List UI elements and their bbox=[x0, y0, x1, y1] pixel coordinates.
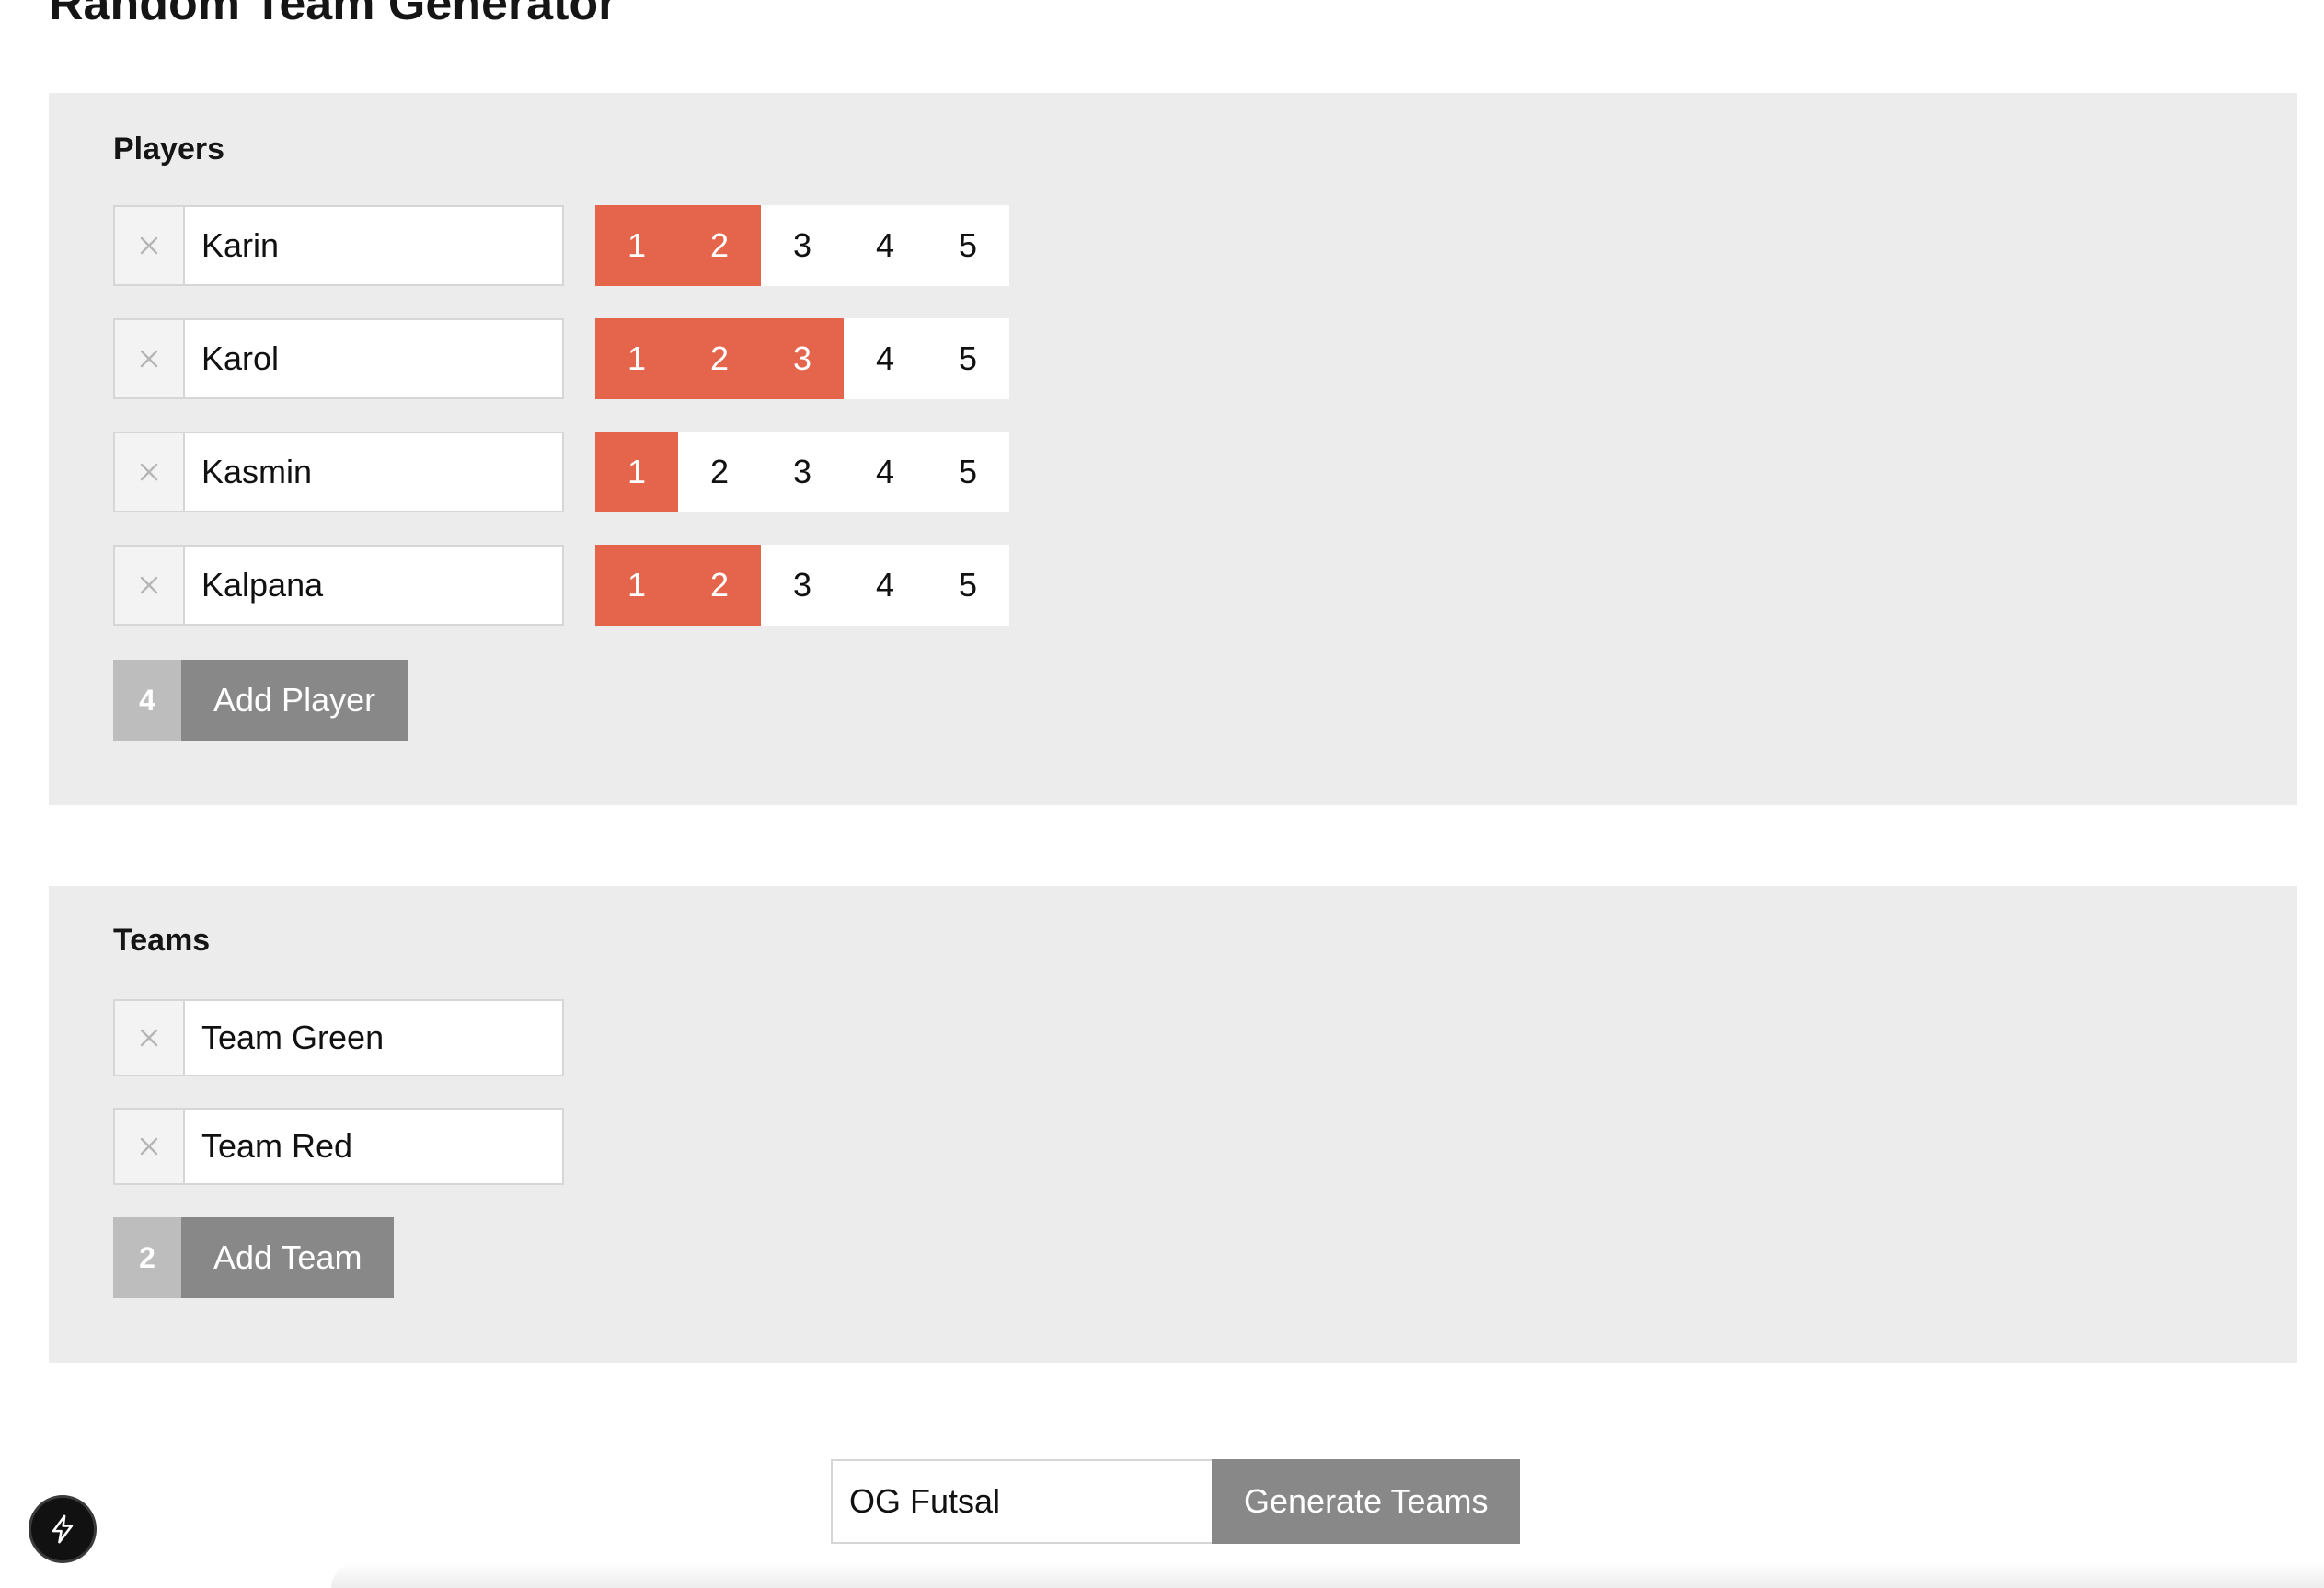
player-name-input[interactable] bbox=[183, 205, 564, 286]
rating-option-4[interactable]: 4 bbox=[844, 432, 926, 512]
rating-option-1[interactable]: 1 bbox=[595, 318, 678, 399]
remove-player-button[interactable] bbox=[113, 545, 183, 626]
rating-option-5[interactable]: 5 bbox=[926, 545, 1009, 626]
add-player-label: Add Player bbox=[181, 660, 408, 741]
generate-bar: Generate Teams bbox=[831, 1459, 1521, 1544]
team-name-input[interactable] bbox=[183, 1108, 564, 1185]
lightning-bolt-icon bbox=[52, 1514, 74, 1544]
player-name-input[interactable] bbox=[183, 432, 564, 512]
lightning-badge-button[interactable] bbox=[31, 1498, 94, 1560]
players-heading: Players bbox=[113, 132, 224, 167]
team-name-input[interactable] bbox=[183, 999, 564, 1076]
remove-player-button[interactable] bbox=[113, 432, 183, 512]
player-rating: 1 2 3 4 5 bbox=[595, 432, 1009, 512]
remove-team-button[interactable] bbox=[113, 999, 183, 1076]
player-rating: 1 2 3 4 5 bbox=[595, 318, 1009, 399]
rating-option-1[interactable]: 1 bbox=[595, 205, 678, 286]
page-title: Random Team Generator bbox=[49, 0, 617, 30]
rating-option-5[interactable]: 5 bbox=[926, 318, 1009, 399]
add-team-button[interactable]: 2 Add Team bbox=[113, 1217, 395, 1298]
bottom-edge-shadow bbox=[331, 1562, 2324, 1588]
team-count-badge: 2 bbox=[113, 1217, 181, 1298]
rating-option-1[interactable]: 1 bbox=[595, 432, 678, 512]
rating-option-3[interactable]: 3 bbox=[761, 545, 844, 626]
remove-player-button[interactable] bbox=[113, 318, 183, 399]
teams-heading: Teams bbox=[113, 923, 211, 958]
collection-name-input[interactable] bbox=[831, 1459, 1212, 1544]
rating-option-3[interactable]: 3 bbox=[761, 205, 844, 286]
rating-option-2[interactable]: 2 bbox=[678, 545, 761, 626]
rating-option-4[interactable]: 4 bbox=[844, 318, 926, 399]
close-icon bbox=[140, 1029, 158, 1047]
rating-option-5[interactable]: 5 bbox=[926, 205, 1009, 286]
player-count-badge: 4 bbox=[113, 660, 181, 741]
close-icon bbox=[140, 236, 158, 255]
teams-panel: Teams 2 Add Team bbox=[49, 886, 2297, 1363]
player-name-input[interactable] bbox=[183, 318, 564, 399]
player-rating: 1 2 3 4 5 bbox=[595, 545, 1009, 626]
rating-option-3[interactable]: 3 bbox=[761, 318, 844, 399]
add-team-label: Add Team bbox=[181, 1217, 395, 1298]
rating-option-2[interactable]: 2 bbox=[678, 318, 761, 399]
players-panel: Players 1 2 3 4 5 1 2 3 4 5 bbox=[49, 93, 2297, 805]
rating-option-4[interactable]: 4 bbox=[844, 205, 926, 286]
close-icon bbox=[140, 576, 158, 594]
rating-option-5[interactable]: 5 bbox=[926, 432, 1009, 512]
rating-option-3[interactable]: 3 bbox=[761, 432, 844, 512]
close-icon bbox=[140, 463, 158, 481]
remove-player-button[interactable] bbox=[113, 205, 183, 286]
player-name-input[interactable] bbox=[183, 545, 564, 626]
rating-option-1[interactable]: 1 bbox=[595, 545, 678, 626]
rating-option-2[interactable]: 2 bbox=[678, 205, 761, 286]
add-player-button[interactable]: 4 Add Player bbox=[113, 660, 408, 741]
remove-team-button[interactable] bbox=[113, 1108, 183, 1185]
rating-option-2[interactable]: 2 bbox=[678, 432, 761, 512]
rating-option-4[interactable]: 4 bbox=[844, 545, 926, 626]
close-icon bbox=[140, 350, 158, 368]
player-rating: 1 2 3 4 5 bbox=[595, 205, 1009, 286]
generate-teams-button[interactable]: Generate Teams bbox=[1212, 1459, 1521, 1544]
close-icon bbox=[140, 1137, 158, 1156]
